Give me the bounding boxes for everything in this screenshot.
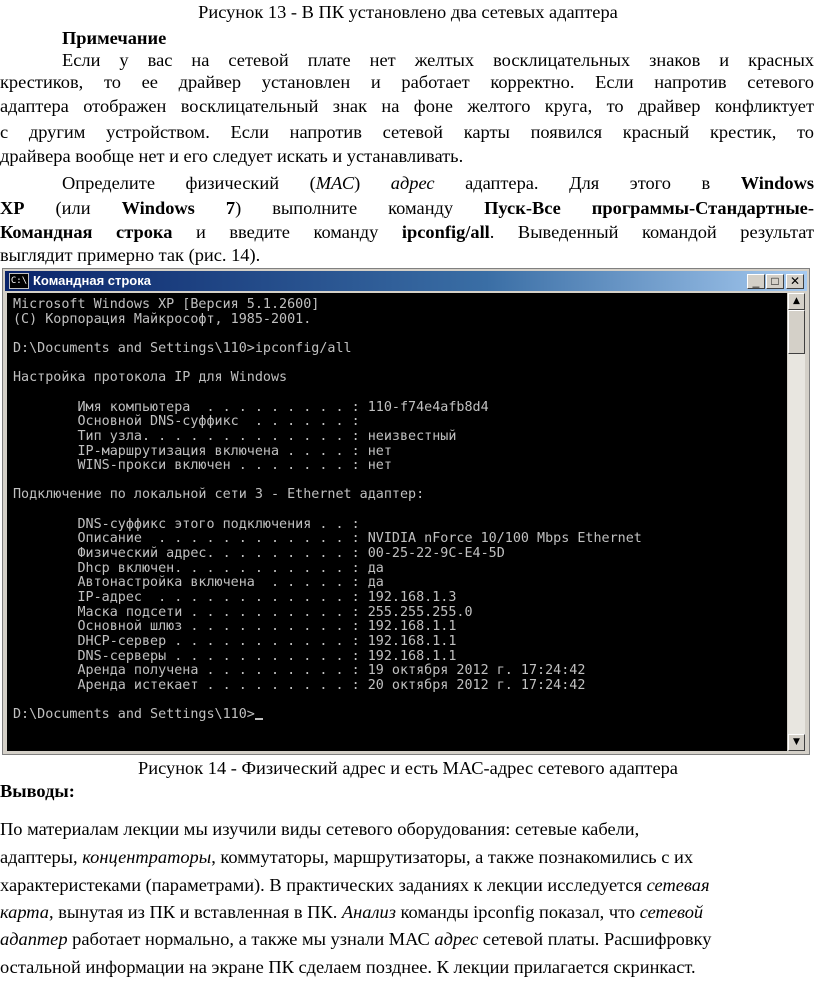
console-line: Автонастройка включена . . . . . : да xyxy=(13,575,384,591)
conclusions-line-5: адаптер работает нормально, а также мы у… xyxy=(0,929,712,949)
scroll-thumb[interactable] xyxy=(788,310,805,354)
console-line: DNS-суффикс этого подключения . . : xyxy=(13,516,360,532)
vertical-scrollbar[interactable]: ▲ ▼ xyxy=(788,293,805,751)
console-app-icon: C:\ xyxy=(9,273,29,289)
note-line-2: крестиков, то ее драйвер установлен и ра… xyxy=(0,72,814,92)
scroll-up-button[interactable]: ▲ xyxy=(788,293,805,310)
conclusions-line-1: По материалам лекции мы изучили виды сет… xyxy=(0,819,640,839)
figure-14-caption: Рисунок 14 - Физический адрес и есть МАС… xyxy=(138,758,678,778)
console-line: Тип узла. . . . . . . . . . . . . : неиз… xyxy=(13,428,457,444)
instruction-line-3: Командная строка и введите команду ipcon… xyxy=(0,222,814,242)
console-line: DNS-серверы . . . . . . . . . . . : 192.… xyxy=(13,648,457,664)
console-line: IP-адрес . . . . . . . . . . . . : 192.1… xyxy=(13,590,457,605)
note-heading: Примечание xyxy=(62,28,167,48)
note-line-3: адаптера отображен восклицательный знак … xyxy=(0,96,814,116)
console-line: Основной шлюз . . . . . . . . . . : 192.… xyxy=(13,619,457,635)
console-line: Основной DNS-суффикс . . . . . . : xyxy=(13,414,360,430)
console-line: Маска подсети . . . . . . . . . . : 255.… xyxy=(13,604,473,620)
console-line: D:\Documents and Settings\110> xyxy=(13,708,263,723)
console-line: Настройка протокола IP для Windows xyxy=(13,370,288,386)
console-line: Описание . . . . . . . . . . . . : NVIDI… xyxy=(13,531,642,547)
console-line: Microsoft Windows XP [Версия 5.1.2600] xyxy=(13,297,320,312)
window-titlebar: C:\ Командная строка _ □ ✕ xyxy=(5,271,807,291)
console-output[interactable]: Microsoft Windows XP [Версия 5.1.2600] (С… xyxy=(7,293,787,751)
maximize-button[interactable]: □ xyxy=(766,274,784,289)
console-line: D:\Documents and Settings\110>ipconfig/a… xyxy=(13,340,352,356)
console-line: Подключение по локальной сети 3 - Ethern… xyxy=(13,487,425,503)
note-line-4: с другим устройством. Если напротив сете… xyxy=(0,122,814,142)
instruction-line-4: выглядит примерно так (рис. 14). xyxy=(0,245,261,265)
note-line-5: драйвера вообще нет и его следует искать… xyxy=(0,146,464,166)
conclusions-line-3: характеристеками (параметрами). В практи… xyxy=(0,875,710,895)
console-line: (С) Корпорация Майкрософт, 1985-2001. xyxy=(13,311,312,327)
note-line-1: Если у вас на сетевой плате нет желтых в… xyxy=(62,50,814,70)
close-button[interactable]: ✕ xyxy=(786,274,804,289)
console-cursor xyxy=(254,718,263,721)
conclusions-heading: Выводы: xyxy=(0,781,75,801)
console-line: WINS-прокси включен . . . . . . . : нет xyxy=(13,458,392,474)
console-line: DHCP-сервер . . . . . . . . . . . : 192.… xyxy=(13,633,457,649)
console-line: Аренда истекает . . . . . . . . . : 20 о… xyxy=(13,677,586,693)
console-line: Имя компьютера . . . . . . . . . : 110-f… xyxy=(13,399,489,415)
figure-13-caption: Рисунок 13 - В ПК установлено два сетевы… xyxy=(198,2,618,22)
console-line: IP-маршрутизация включена . . . . : нет xyxy=(13,443,392,459)
instruction-line-1: Определите физический (МАС) адрес адапте… xyxy=(62,173,815,193)
console-line: Аренда получена . . . . . . . . . : 19 о… xyxy=(13,663,586,679)
minimize-button[interactable]: _ xyxy=(747,274,765,289)
console-line: Dhcp включен. . . . . . . . . . . : да xyxy=(13,560,384,576)
console-line: Физический адрес. . . . . . . . . : 00-2… xyxy=(13,546,505,562)
command-prompt-window: C:\ Командная строка _ □ ✕ Microsoft Win… xyxy=(2,268,810,755)
conclusions-line-2: адаптеры, концентраторы, коммутаторы, ма… xyxy=(0,847,694,867)
conclusions-line-6: остальной информации на экране ПК сделае… xyxy=(0,957,696,977)
scroll-down-button[interactable]: ▼ xyxy=(788,734,805,751)
instruction-line-2: XP (или Windows 7) выполните команду Пус… xyxy=(0,198,814,218)
window-title: Командная строка xyxy=(33,273,151,288)
conclusions-line-4: карта, вынутая из ПК и вставленная в ПК.… xyxy=(0,902,704,922)
